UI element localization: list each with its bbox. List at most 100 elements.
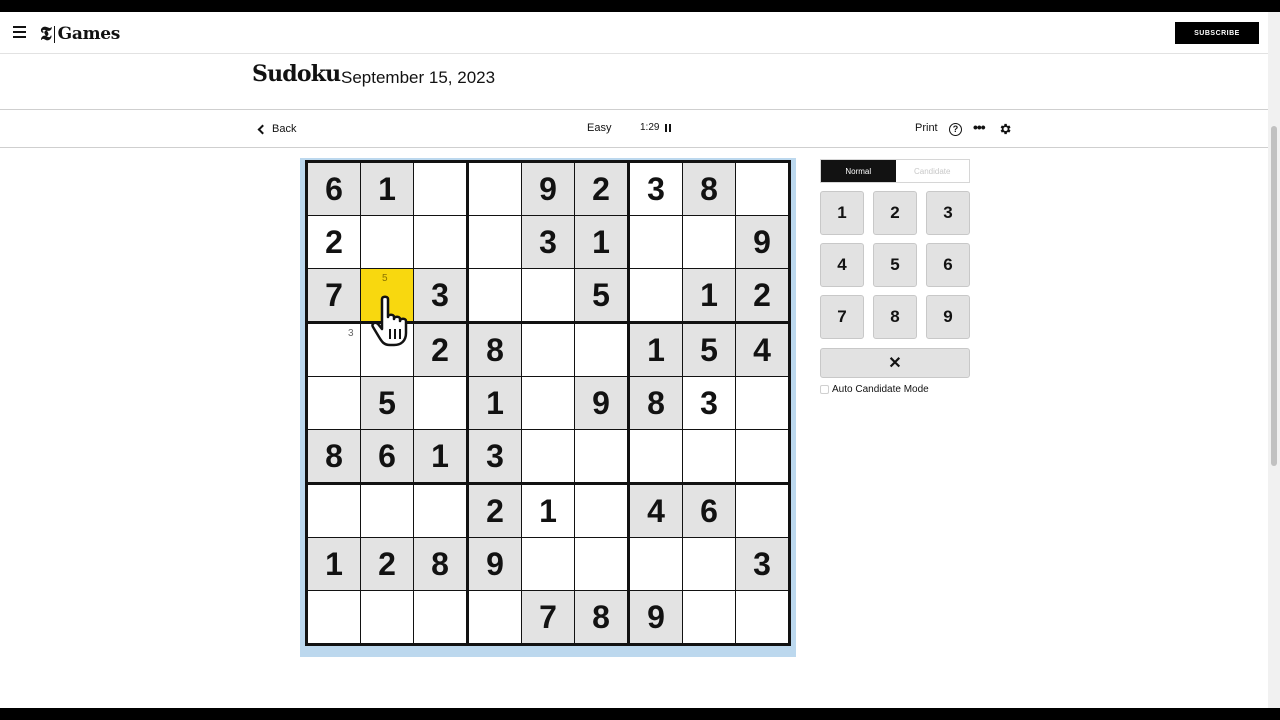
sudoku-cell-r2c3[interactable] — [414, 216, 466, 268]
erase-button[interactable]: ✕ — [820, 348, 970, 378]
sudoku-cell-r6c5[interactable] — [522, 430, 574, 482]
scrollbar[interactable] — [1268, 12, 1280, 708]
sudoku-cell-r4c9[interactable]: 4 — [736, 324, 788, 376]
sudoku-cell-r6c8[interactable] — [683, 430, 735, 482]
number-key-2[interactable]: 2 — [873, 191, 917, 235]
sudoku-cell-r3c5[interactable] — [522, 269, 574, 321]
sudoku-cell-r5c2[interactable]: 5 — [361, 377, 413, 429]
number-key-3[interactable]: 3 — [926, 191, 970, 235]
sudoku-cell-r5c1[interactable] — [308, 377, 360, 429]
sudoku-cell-r3c6[interactable]: 5 — [575, 269, 627, 321]
sudoku-cell-r7c5[interactable]: 1 — [522, 485, 574, 537]
sudoku-cell-r2c2[interactable] — [361, 216, 413, 268]
sudoku-cell-r3c2[interactable]: 5 — [361, 269, 413, 321]
sudoku-cell-r1c8[interactable]: 8 — [683, 163, 735, 215]
sudoku-cell-r3c8[interactable]: 1 — [683, 269, 735, 321]
sudoku-cell-r1c4[interactable] — [469, 163, 521, 215]
sudoku-cell-r4c7[interactable]: 1 — [630, 324, 682, 376]
sudoku-cell-r9c3[interactable] — [414, 591, 466, 643]
sudoku-cell-r8c9[interactable]: 3 — [736, 538, 788, 590]
sudoku-cell-r8c4[interactable]: 9 — [469, 538, 521, 590]
sudoku-cell-r9c2[interactable] — [361, 591, 413, 643]
sudoku-cell-r5c3[interactable] — [414, 377, 466, 429]
sudoku-cell-r1c9[interactable] — [736, 163, 788, 215]
sudoku-cell-r8c8[interactable] — [683, 538, 735, 590]
sudoku-cell-r2c5[interactable]: 3 — [522, 216, 574, 268]
sudoku-cell-r1c2[interactable]: 1 — [361, 163, 413, 215]
sudoku-cell-r3c4[interactable] — [469, 269, 521, 321]
sudoku-cell-r3c1[interactable]: 7 — [308, 269, 360, 321]
sudoku-cell-r5c9[interactable] — [736, 377, 788, 429]
sudoku-cell-r1c5[interactable]: 9 — [522, 163, 574, 215]
sudoku-cell-r9c9[interactable] — [736, 591, 788, 643]
sudoku-cell-r7c4[interactable]: 2 — [469, 485, 521, 537]
sudoku-cell-r6c1[interactable]: 8 — [308, 430, 360, 482]
sudoku-cell-r7c7[interactable]: 4 — [630, 485, 682, 537]
sudoku-cell-r6c2[interactable]: 6 — [361, 430, 413, 482]
subscribe-button[interactable]: SUBSCRIBE — [1175, 22, 1259, 44]
sudoku-cell-r7c2[interactable] — [361, 485, 413, 537]
auto-candidate-checkbox[interactable] — [820, 384, 829, 394]
sudoku-cell-r4c3[interactable]: 2 — [414, 324, 466, 376]
sudoku-cell-r8c3[interactable]: 8 — [414, 538, 466, 590]
sudoku-cell-r8c7[interactable] — [630, 538, 682, 590]
sudoku-cell-r2c9[interactable]: 9 — [736, 216, 788, 268]
candidate-mode-button[interactable]: Candidate — [895, 160, 969, 182]
sudoku-cell-r4c8[interactable]: 5 — [683, 324, 735, 376]
sudoku-cell-r7c6[interactable] — [575, 485, 627, 537]
number-key-8[interactable]: 8 — [873, 295, 917, 339]
print-button[interactable]: Print — [915, 122, 938, 134]
sudoku-cell-r2c8[interactable] — [683, 216, 735, 268]
scrollbar-thumb[interactable] — [1271, 126, 1277, 466]
sudoku-cell-r7c8[interactable]: 6 — [683, 485, 735, 537]
sudoku-cell-r9c8[interactable] — [683, 591, 735, 643]
more-icon[interactable]: ••• — [973, 119, 986, 135]
games-logo[interactable]: 𝕿 Games — [40, 23, 120, 45]
sudoku-cell-r4c1[interactable]: 3 — [308, 324, 360, 376]
sudoku-cell-r8c1[interactable]: 1 — [308, 538, 360, 590]
sudoku-cell-r7c3[interactable] — [414, 485, 466, 537]
sudoku-cell-r6c4[interactable]: 3 — [469, 430, 521, 482]
sudoku-cell-r7c1[interactable] — [308, 485, 360, 537]
number-key-7[interactable]: 7 — [820, 295, 864, 339]
sudoku-cell-r2c4[interactable] — [469, 216, 521, 268]
sudoku-cell-r4c6[interactable] — [575, 324, 627, 376]
sudoku-cell-r8c6[interactable] — [575, 538, 627, 590]
number-key-6[interactable]: 6 — [926, 243, 970, 287]
sudoku-cell-r1c7[interactable]: 3 — [630, 163, 682, 215]
sudoku-cell-r1c6[interactable]: 2 — [575, 163, 627, 215]
sudoku-cell-r9c6[interactable]: 8 — [575, 591, 627, 643]
sudoku-cell-r1c1[interactable]: 6 — [308, 163, 360, 215]
sudoku-cell-r5c8[interactable]: 3 — [683, 377, 735, 429]
gear-icon[interactable] — [998, 122, 1012, 136]
sudoku-cell-r5c5[interactable] — [522, 377, 574, 429]
sudoku-cell-r6c9[interactable] — [736, 430, 788, 482]
normal-mode-button[interactable]: Normal — [821, 160, 896, 182]
number-key-4[interactable]: 4 — [820, 243, 864, 287]
sudoku-cell-r2c7[interactable] — [630, 216, 682, 268]
sudoku-cell-r7c9[interactable] — [736, 485, 788, 537]
sudoku-cell-r4c4[interactable]: 8 — [469, 324, 521, 376]
sudoku-cell-r5c7[interactable]: 8 — [630, 377, 682, 429]
number-key-1[interactable]: 1 — [820, 191, 864, 235]
sudoku-cell-r1c3[interactable] — [414, 163, 466, 215]
menu-icon[interactable] — [13, 26, 26, 38]
sudoku-cell-r6c3[interactable]: 1 — [414, 430, 466, 482]
sudoku-cell-r4c5[interactable] — [522, 324, 574, 376]
number-key-5[interactable]: 5 — [873, 243, 917, 287]
sudoku-cell-r2c6[interactable]: 1 — [575, 216, 627, 268]
sudoku-cell-r6c6[interactable] — [575, 430, 627, 482]
sudoku-cell-r9c1[interactable] — [308, 591, 360, 643]
sudoku-cell-r9c4[interactable] — [469, 591, 521, 643]
pause-icon[interactable] — [665, 124, 671, 132]
sudoku-cell-r9c5[interactable]: 7 — [522, 591, 574, 643]
sudoku-cell-r2c1[interactable]: 2 — [308, 216, 360, 268]
sudoku-cell-r3c9[interactable]: 2 — [736, 269, 788, 321]
sudoku-cell-r8c2[interactable]: 2 — [361, 538, 413, 590]
sudoku-cell-r3c7[interactable] — [630, 269, 682, 321]
back-button[interactable]: Back — [256, 121, 296, 137]
sudoku-cell-r4c2[interactable] — [361, 324, 413, 376]
sudoku-cell-r9c7[interactable]: 9 — [630, 591, 682, 643]
sudoku-cell-r3c3[interactable]: 3 — [414, 269, 466, 321]
number-key-9[interactable]: 9 — [926, 295, 970, 339]
